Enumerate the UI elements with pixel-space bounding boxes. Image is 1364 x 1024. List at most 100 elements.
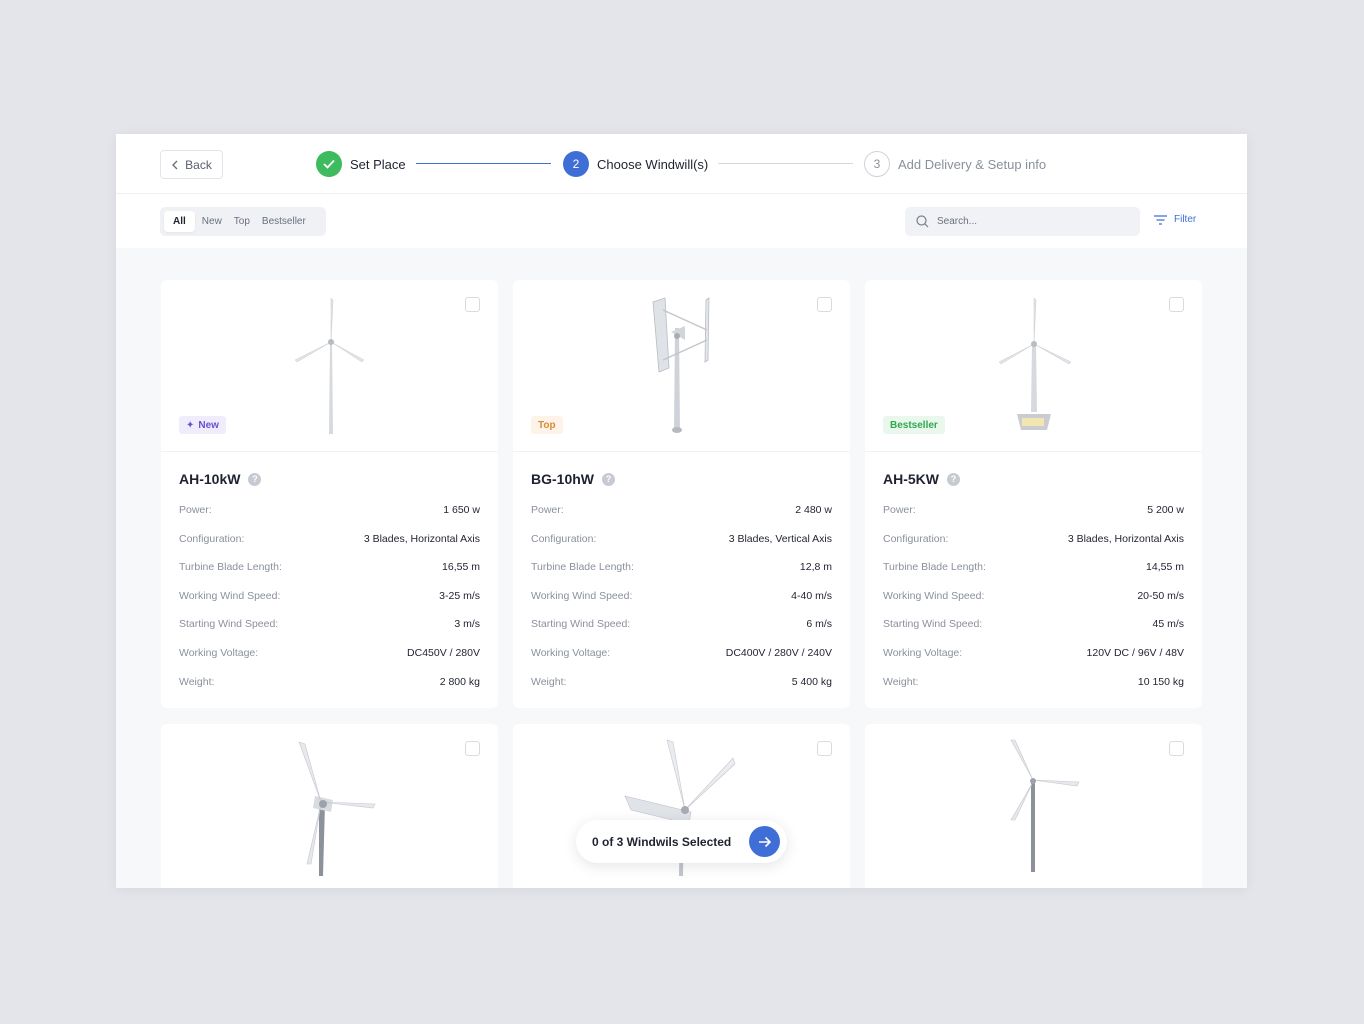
tab-top[interactable]: Top [229, 211, 255, 232]
spec-value: 12,8 m [799, 561, 832, 574]
spec-row: Configuration: 3 Blades, Horizontal Axis [883, 533, 1184, 562]
spec-label: Working Wind Speed: [531, 589, 633, 602]
spec-value: 120V DC / 96V / 48V [1086, 646, 1184, 659]
spec-list: Power: 2 480 w Configuration: 3 Blades, Ve… [531, 504, 832, 704]
filter-icon [1154, 214, 1167, 225]
spec-row: Starting Wind Speed: 6 m/s [531, 618, 832, 647]
spec-list: Power: 1 650 w Configuration: 3 Blades, Ho… [179, 504, 480, 704]
product-card[interactable]: Bestseller AH-5KW ? Power: 5 200 w Config… [865, 280, 1202, 708]
spec-label: Weight: [179, 675, 215, 688]
product-card[interactable]: Top BG-10hW ? Power: 2 480 w Configuratio… [513, 280, 850, 708]
spec-value: 45 m/s [1152, 618, 1184, 631]
spec-label: Power: [179, 504, 212, 516]
help-icon[interactable]: ? [248, 472, 262, 486]
product-card[interactable] [865, 724, 1202, 888]
spec-value: 16,55 m [442, 561, 480, 574]
spec-value: 3 m/s [454, 618, 480, 631]
spec-label: Starting Wind Speed: [531, 618, 631, 631]
spec-label: Turbine Blade Length: [179, 561, 282, 574]
category-tabs: All New Top Bestseller [160, 207, 326, 236]
help-icon[interactable]: ? [602, 472, 615, 486]
selection-bar: 0 of 3 Windwils Selected [576, 820, 787, 863]
spec-value: 2 480 w [795, 504, 832, 516]
spec-row: Working Wind Speed: 3-25 m/s [179, 590, 480, 619]
spec-value: 10 150 kg [1137, 675, 1184, 688]
spec-value: 4-40 m/s [791, 589, 832, 602]
badge-label: Top [538, 419, 556, 431]
tab-new[interactable]: New [197, 211, 227, 232]
step-number: 3 [864, 151, 890, 177]
sparkle-icon: ✦ [186, 419, 195, 431]
select-checkbox[interactable] [465, 741, 480, 756]
spec-label: Starting Wind Speed: [179, 618, 279, 631]
product-card[interactable] [513, 724, 850, 888]
arrow-right-icon [758, 836, 771, 847]
search-input[interactable] [937, 216, 1117, 227]
back-label: Back [185, 157, 212, 172]
spec-value: 1 650 w [443, 504, 480, 516]
product-image: Top [513, 280, 850, 452]
spec-label: Working Voltage: [531, 646, 611, 659]
spec-label: Working Voltage: [179, 646, 259, 659]
spec-label: Configuration: [179, 532, 245, 545]
spec-value: 3 Blades, Horizontal Axis [1067, 532, 1184, 545]
spec-row: Power: 2 480 w [531, 504, 832, 533]
product-name: AH-5KW [883, 471, 939, 487]
select-checkbox[interactable] [817, 297, 832, 312]
select-checkbox[interactable] [1169, 741, 1184, 756]
spec-value: 5 400 kg [791, 675, 832, 688]
spec-row: Turbine Blade Length: 12,8 m [531, 561, 832, 590]
spec-row: Power: 1 650 w [179, 504, 480, 533]
product-title: AH-10kW ? [179, 471, 262, 487]
spec-label: Configuration: [531, 532, 597, 545]
spec-row: Working Wind Speed: 20-50 m/s [883, 590, 1184, 619]
back-button[interactable]: Back [160, 150, 223, 179]
product-card[interactable]: ✦ New AH-10kW ? Power: 1 650 w Configurat… [161, 280, 498, 708]
turbine-image [298, 741, 376, 876]
spec-value: 6 m/s [806, 618, 832, 631]
product-name: BG-10hW [531, 471, 594, 487]
search-box [905, 207, 1140, 236]
step-label: Set Place [350, 156, 406, 172]
spec-row: Working Wind Speed: 4-40 m/s [531, 590, 832, 619]
spec-value: 3 Blades, Vertical Axis [728, 532, 832, 545]
step-choose-windmill[interactable]: 2 Choose Windwill(s) [563, 151, 708, 177]
spec-row: Working Voltage: DC450V / 280V [179, 647, 480, 676]
spec-label: Configuration: [883, 532, 949, 545]
product-name: AH-10kW [179, 471, 241, 487]
spec-row: Working Voltage: 120V DC / 96V / 48V [883, 647, 1184, 676]
product-card[interactable] [161, 724, 498, 888]
product-title: AH-5KW ? [883, 471, 960, 487]
filter-button[interactable]: Filter [1154, 214, 1196, 225]
turbine-image [1010, 739, 1080, 872]
spec-label: Turbine Blade Length: [531, 561, 634, 574]
spec-value: 3 Blades, Horizontal Axis [363, 532, 480, 545]
turbine-image [624, 739, 736, 876]
select-checkbox[interactable] [817, 741, 832, 756]
spec-label: Working Wind Speed: [179, 589, 281, 602]
app-window: Back Set Place 2 Choose Windwill(s) 3 Ad… [116, 134, 1247, 888]
spec-row: Weight: 2 800 kg [179, 676, 480, 705]
help-icon[interactable]: ? [947, 472, 960, 486]
spec-row: Configuration: 3 Blades, Vertical Axis [531, 533, 832, 562]
turbine-image [652, 297, 710, 433]
continue-button[interactable] [749, 826, 780, 857]
step-set-place[interactable]: Set Place [316, 151, 406, 177]
spec-row: Turbine Blade Length: 16,55 m [179, 561, 480, 590]
chevron-left-icon [172, 160, 178, 169]
spec-row: Working Voltage: DC400V / 280V / 240V [531, 647, 832, 676]
tab-bestseller[interactable]: Bestseller [257, 211, 311, 232]
step-label: Add Delivery & Setup info [898, 156, 1047, 172]
step-delivery[interactable]: 3 Add Delivery & Setup info [864, 151, 1046, 177]
step-label: Choose Windwill(s) [597, 156, 709, 172]
spec-label: Weight: [531, 675, 567, 688]
product-title: BG-10hW ? [531, 471, 615, 487]
tab-all[interactable]: All [164, 211, 195, 232]
select-checkbox[interactable] [465, 297, 480, 312]
spec-row: Weight: 10 150 kg [883, 676, 1184, 705]
select-checkbox[interactable] [1169, 297, 1184, 312]
spec-value: 2 800 kg [439, 675, 480, 688]
product-image: ✦ New [161, 280, 498, 452]
spec-row: Turbine Blade Length: 14,55 m [883, 561, 1184, 590]
spec-row: Starting Wind Speed: 3 m/s [179, 618, 480, 647]
